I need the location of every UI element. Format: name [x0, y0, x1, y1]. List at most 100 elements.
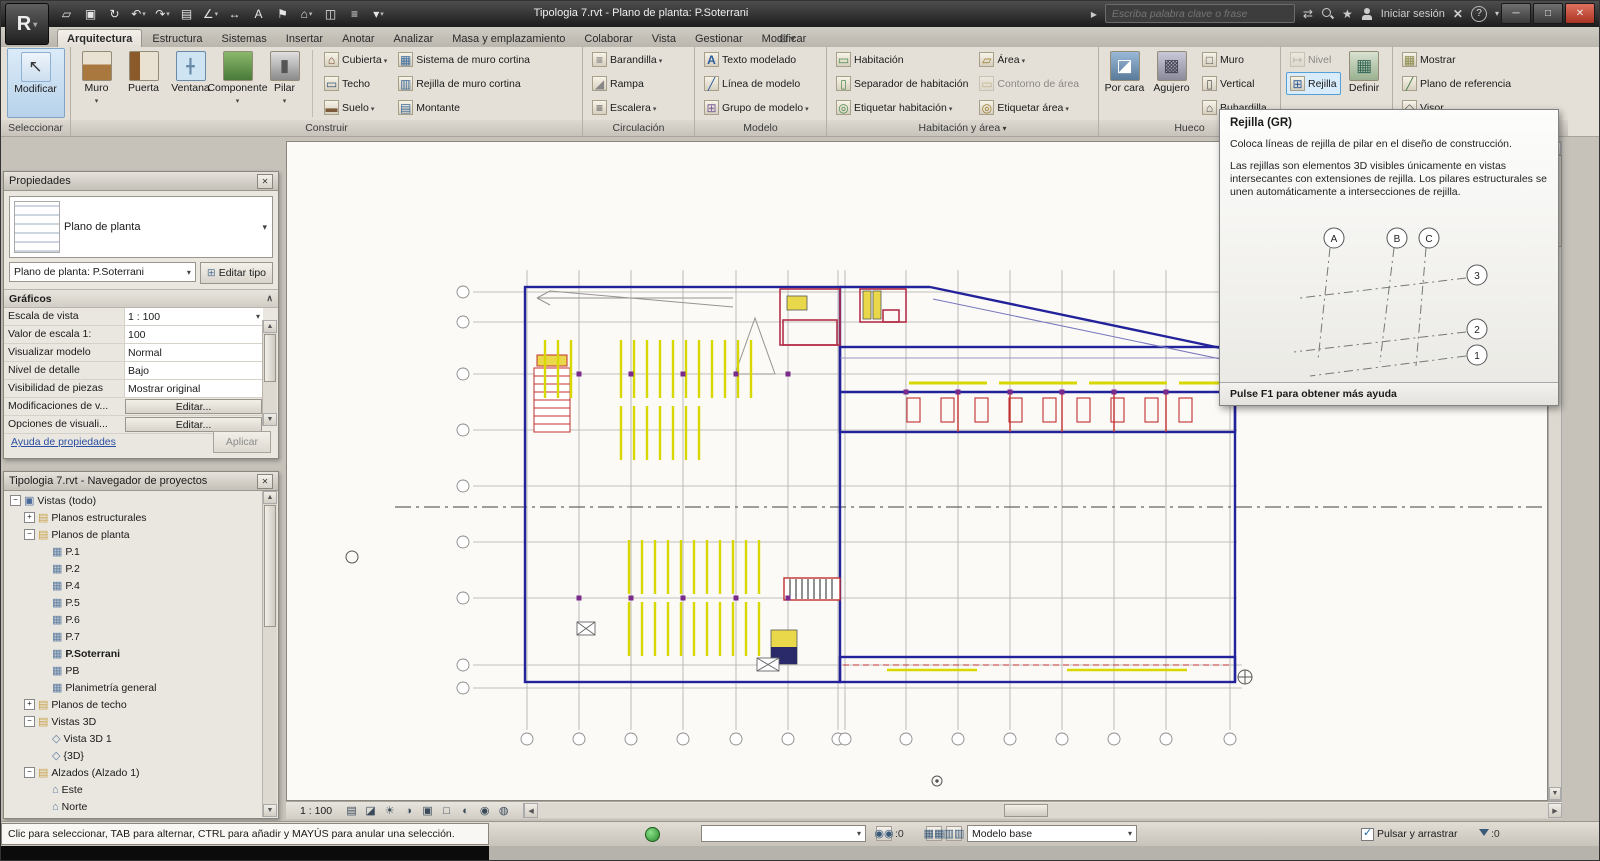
- scroll-down-arrow[interactable]: ▼: [1549, 787, 1561, 800]
- panel-display-toggle-icon[interactable]: [773, 30, 801, 47]
- browser-tree-item[interactable]: P.1: [6, 543, 262, 560]
- browser-tree-item[interactable]: − Vistas 3D: [6, 713, 262, 730]
- tree-expander-icon[interactable]: −: [24, 716, 35, 727]
- qat-button[interactable]: ▾: [79, 4, 102, 24]
- favorites-star-icon[interactable]: ★: [1342, 7, 1353, 21]
- ribbon-small-button[interactable]: Barandilla: [588, 48, 666, 71]
- qat-button[interactable]: ▾: [343, 4, 366, 24]
- ribbon-tab[interactable]: Sistemas: [213, 30, 276, 47]
- properties-help-link[interactable]: Ayuda de propiedades: [11, 436, 116, 448]
- qat-button[interactable]: ▾: [223, 4, 246, 24]
- properties-scrollbar[interactable]: ▲ ▼: [262, 320, 277, 426]
- browser-tree-item[interactable]: P.5: [6, 594, 262, 611]
- help-caret-icon[interactable]: ▾: [1495, 9, 1499, 18]
- browser-tree-item[interactable]: Norte: [6, 798, 262, 815]
- scroll-left-arrow[interactable]: ◀: [524, 803, 539, 818]
- qat-button[interactable]: ▾: [295, 4, 318, 24]
- ribbon-tab[interactable]: Vista: [643, 30, 685, 47]
- qat-button[interactable]: ▾: [103, 4, 126, 24]
- ribbon-tab[interactable]: Insertar: [277, 30, 332, 47]
- definir-button[interactable]: Definir: [1341, 48, 1388, 118]
- horizontal-scroll-thumb[interactable]: [1004, 804, 1049, 817]
- ribbon-small-button[interactable]: Etiquetar área: [975, 96, 1083, 119]
- ribbon-small-button[interactable]: Separador de habitación: [832, 72, 972, 95]
- ribbon-big-button[interactable]: Por cara: [1101, 48, 1148, 118]
- qat-button[interactable]: ▾: [127, 4, 150, 24]
- browser-tree-item[interactable]: P.7: [6, 628, 262, 645]
- rejilla-button[interactable]: Rejilla: [1286, 72, 1341, 95]
- edit-type-button[interactable]: Editar tipo: [199, 262, 273, 284]
- view-scale-button[interactable]: 1 : 100: [286, 805, 342, 817]
- view-control-button[interactable]: [456, 803, 475, 819]
- browser-tree-item[interactable]: P.4: [6, 577, 262, 594]
- view-selector-combo[interactable]: Plano de planta: P.Soterrani ▾: [9, 262, 196, 282]
- scroll-right-arrow[interactable]: ▶: [1548, 803, 1562, 818]
- close-button[interactable]: ✕: [1565, 3, 1595, 24]
- ribbon-big-button[interactable]: Agujero: [1148, 48, 1195, 118]
- view-control-button[interactable]: [494, 803, 513, 819]
- panel-label-modelo[interactable]: Modelo: [695, 120, 826, 136]
- view-control-button[interactable]: [418, 803, 437, 819]
- tree-expander-icon[interactable]: −: [10, 495, 21, 506]
- ribbon-small-button[interactable]: Plano de referencia: [1398, 72, 1515, 95]
- ribbon-tab[interactable]: Anotar: [333, 30, 383, 47]
- browser-tree-item[interactable]: PB: [6, 662, 262, 679]
- ribbon-small-button[interactable]: Texto modelado: [700, 48, 813, 71]
- browser-tree-item[interactable]: − Planos de planta: [6, 526, 262, 543]
- apply-button[interactable]: Aplicar: [212, 431, 271, 453]
- type-selector-caret-icon[interactable]: ▾: [262, 222, 267, 233]
- ribbon-big-button[interactable]: Muro: [73, 48, 120, 118]
- browser-tree-item[interactable]: − Vistas (todo): [6, 492, 262, 509]
- ribbon-small-button[interactable]: Suelo: [320, 96, 391, 119]
- qat-button[interactable]: ▾: [367, 4, 390, 24]
- browser-header[interactable]: Tipologia 7.rvt - Navegador de proyectos…: [4, 472, 278, 491]
- browser-tree-item[interactable]: P.2: [6, 560, 262, 577]
- options-dialog-icon[interactable]: [946, 826, 962, 841]
- view-control-button[interactable]: [437, 803, 456, 819]
- properties-header[interactable]: Propiedades ✕: [4, 172, 278, 191]
- browser-tree-item[interactable]: + Planos estructurales: [6, 509, 262, 526]
- ribbon-big-button[interactable]: Puerta: [120, 48, 167, 118]
- ribbon-small-button[interactable]: Habitación: [832, 48, 972, 71]
- view-control-button[interactable]: [361, 803, 380, 819]
- ribbon-small-button[interactable]: Rampa: [588, 72, 666, 95]
- ribbon-tab[interactable]: Gestionar: [686, 30, 752, 47]
- properties-close-icon[interactable]: ✕: [257, 173, 273, 189]
- workset-dropdown[interactable]: ▾: [701, 825, 866, 842]
- ribbon-small-button[interactable]: Vertical: [1198, 72, 1271, 95]
- browser-tree-item[interactable]: Planimetría general: [6, 679, 262, 696]
- panel-label-circulacion[interactable]: Circulación: [583, 120, 694, 136]
- qat-button[interactable]: ▾: [55, 4, 78, 24]
- tree-expander-icon[interactable]: +: [24, 512, 35, 523]
- ribbon-small-button[interactable]: Mostrar: [1398, 48, 1515, 71]
- ribbon-small-button[interactable]: Línea de modelo: [700, 72, 813, 95]
- view-control-button[interactable]: [475, 803, 494, 819]
- ribbon-big-button[interactable]: Pilar: [261, 48, 308, 118]
- qat-button[interactable]: ▾: [247, 4, 270, 24]
- panel-label-habitacion[interactable]: Habitación y área: [827, 120, 1098, 136]
- exchange-apps-icon[interactable]: ✕: [1453, 7, 1463, 21]
- help-search-box[interactable]: [1104, 4, 1295, 23]
- modificar-button[interactable]: Modificar: [6, 48, 65, 118]
- tree-expander-icon[interactable]: +: [24, 699, 35, 710]
- ribbon-small-button[interactable]: Área: [975, 48, 1083, 71]
- ribbon-tab[interactable]: Colaborar: [575, 30, 641, 47]
- browser-tree-item[interactable]: P.Soterrani: [6, 645, 262, 662]
- qat-button[interactable]: ▾: [271, 4, 294, 24]
- user-icon[interactable]: [1361, 7, 1373, 21]
- ribbon-tab[interactable]: Arquitectura: [57, 29, 143, 47]
- ribbon-small-button[interactable]: Sistema de muro cortina: [394, 48, 534, 71]
- browser-tree-item[interactable]: {3D}: [6, 747, 262, 764]
- canvas-horizontal-scrollbar[interactable]: ◀ ▶: [523, 803, 1562, 818]
- view-control-button[interactable]: [380, 803, 399, 819]
- qat-button[interactable]: ▾: [151, 4, 174, 24]
- browser-tree-item[interactable]: P.6: [6, 611, 262, 628]
- ribbon-tab[interactable]: Analizar: [385, 30, 443, 47]
- ribbon-small-button[interactable]: Montante: [394, 96, 534, 119]
- qat-button[interactable]: ▾: [199, 4, 222, 24]
- maximize-button[interactable]: □: [1533, 3, 1563, 24]
- ribbon-small-button[interactable]: Etiquetar habitación: [832, 96, 972, 119]
- filter-icon[interactable]: [1479, 829, 1489, 836]
- worksets-dialog-icon[interactable]: [926, 826, 942, 841]
- ribbon-small-button[interactable]: Grupo de modelo: [700, 96, 813, 119]
